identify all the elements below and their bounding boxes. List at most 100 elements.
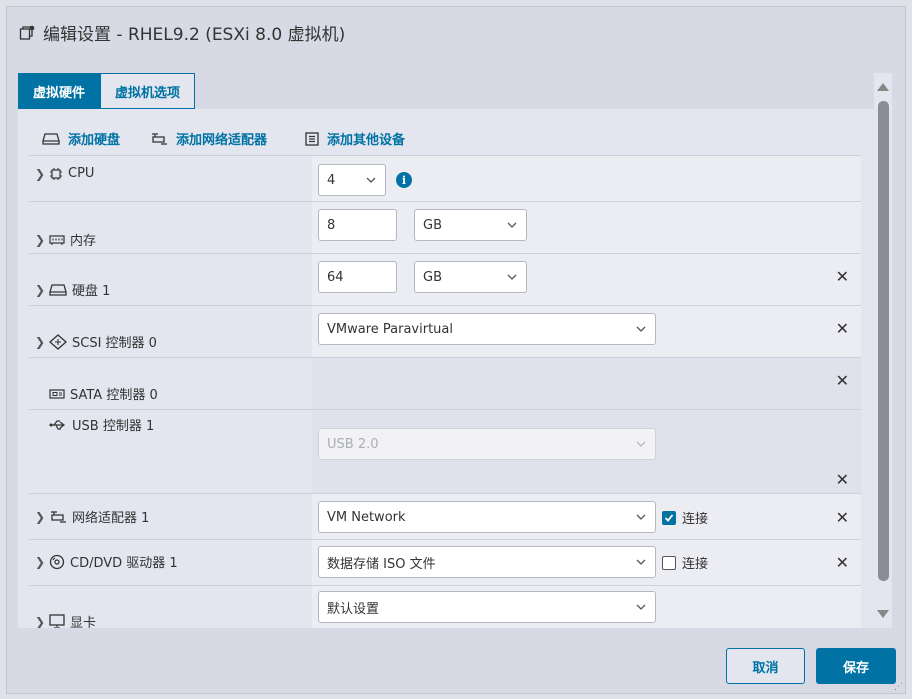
scsi-controller-label: SCSI 控制器 0 xyxy=(72,336,157,351)
add-hard-disk-button[interactable]: 添加硬盘 xyxy=(42,129,120,148)
network-adapter-icon xyxy=(49,510,67,524)
sata-controller-label: SATA 控制器 0 xyxy=(70,388,158,403)
hardware-panel: 添加硬盘 添加网络适配器 添加其他设备 ❯ CPU 4 i ❯ 内存 8 GB … xyxy=(18,109,874,628)
network-value: VM Network xyxy=(327,509,406,525)
hard-disk-size-input[interactable]: 64 xyxy=(318,261,397,293)
usb-icon xyxy=(49,419,67,431)
hard-disk-toggle[interactable]: ❯ 硬盘 1 xyxy=(35,280,111,300)
memory-toggle[interactable]: ❯ 内存 xyxy=(35,230,97,250)
vertical-scrollbar[interactable] xyxy=(874,73,892,628)
chevron-down-icon xyxy=(636,441,646,447)
add-other-device-button[interactable]: 添加其他设备 xyxy=(305,129,405,148)
tab-vm-options[interactable]: 虚拟机选项 xyxy=(100,73,196,109)
resize-grip-icon[interactable]: ⋰ xyxy=(894,682,903,692)
checkbox-checked-icon xyxy=(662,510,676,525)
remove-sata-controller-button[interactable]: ✕ xyxy=(836,371,849,390)
tab-bar: 虚拟硬件 虚拟机选项 xyxy=(18,73,196,109)
usb-controller-item: USB 控制器 1 xyxy=(49,415,154,434)
remove-network-adapter-button[interactable]: ✕ xyxy=(836,508,849,527)
cd-dvd-media-value: 数据存储 ISO 文件 xyxy=(327,556,436,572)
add-network-adapter-button[interactable]: 添加网络适配器 xyxy=(150,129,267,148)
chevron-right-icon: ❯ xyxy=(35,166,46,181)
edit-settings-dialog: 编辑设置 - RHEL9.2 (ESXi 8.0 虚拟机) 虚拟硬件 虚拟机选项… xyxy=(6,6,906,694)
remove-usb-controller-button[interactable]: ✕ xyxy=(836,470,849,489)
info-icon[interactable]: i xyxy=(396,172,412,188)
hardware-actions: 添加硬盘 添加网络适配器 添加其他设备 xyxy=(42,129,405,148)
memory-unit-value: GB xyxy=(423,217,442,233)
chevron-down-icon xyxy=(366,177,376,183)
tab-virtual-hardware[interactable]: 虚拟硬件 xyxy=(18,73,101,109)
hardware-row-hard-disk: ❯ 硬盘 1 64 GB ✕ xyxy=(29,253,861,305)
add-other-device-label: 添加其他设备 xyxy=(327,133,406,148)
memory-size-input[interactable]: 8 xyxy=(318,209,397,241)
cpu-label: CPU xyxy=(68,166,95,181)
hard-disk-label: 硬盘 1 xyxy=(72,284,111,299)
memory-icon xyxy=(49,234,65,246)
other-device-icon xyxy=(305,131,319,146)
remove-cd-dvd-button[interactable]: ✕ xyxy=(836,553,849,572)
hardware-row-sata-controller: SATA 控制器 0 ✕ xyxy=(29,357,861,409)
network-select[interactable]: VM Network xyxy=(318,501,656,533)
chevron-down-icon xyxy=(636,604,646,610)
hardware-row-scsi-controller: ❯ SCSI 控制器 0 VMware Paravirtual ✕ xyxy=(29,305,861,357)
chevron-down-icon xyxy=(507,222,517,228)
cd-dvd-label: CD/DVD 驱动器 1 xyxy=(70,556,178,571)
chevron-right-icon: ❯ xyxy=(35,334,46,349)
video-card-label: 显卡 xyxy=(70,616,97,628)
scsi-type-value: VMware Paravirtual xyxy=(327,321,453,337)
monitor-icon xyxy=(49,614,65,628)
usb-type-select[interactable]: USB 2.0 xyxy=(318,428,656,460)
scroll-down-arrow-icon[interactable] xyxy=(877,610,889,618)
cancel-button[interactable]: 取消 xyxy=(726,648,805,684)
vm-edit-icon xyxy=(19,25,35,41)
chevron-right-icon: ❯ xyxy=(35,232,46,247)
cd-dvd-media-select[interactable]: 数据存储 ISO 文件 xyxy=(318,546,656,578)
hard-disk-icon xyxy=(42,132,60,146)
add-network-adapter-label: 添加网络适配器 xyxy=(176,133,268,148)
scsi-controller-toggle[interactable]: ❯ SCSI 控制器 0 xyxy=(35,332,157,351)
cd-dvd-toggle[interactable]: ❯ CD/DVD 驱动器 1 xyxy=(35,552,178,571)
memory-unit-select[interactable]: GB xyxy=(414,209,527,241)
chevron-down-icon xyxy=(636,559,646,565)
cd-dvd-connect-label: 连接 xyxy=(682,557,709,572)
save-button[interactable]: 保存 xyxy=(816,648,896,684)
cpu-count-select[interactable]: 4 xyxy=(318,164,386,196)
hardware-row-video-card: ❯ 显卡 默认设置 xyxy=(29,585,861,628)
cd-dvd-icon xyxy=(49,554,65,570)
dialog-footer: 取消 保存 ⋰ xyxy=(7,628,905,695)
hard-disk-unit-select[interactable]: GB xyxy=(414,261,527,293)
video-card-select[interactable]: 默认设置 xyxy=(318,591,656,623)
hard-disk-unit-value: GB xyxy=(423,269,442,285)
cpu-icon xyxy=(49,167,63,181)
scsi-type-select[interactable]: VMware Paravirtual xyxy=(318,313,656,345)
hardware-row-cd-dvd-drive: ❯ CD/DVD 驱动器 1 数据存储 ISO 文件 连接 ✕ xyxy=(29,539,861,585)
cpu-count-value: 4 xyxy=(327,172,336,188)
scroll-up-arrow-icon[interactable] xyxy=(877,83,889,91)
cd-dvd-connect-checkbox[interactable]: 连接 xyxy=(662,553,708,572)
dialog-title: 编辑设置 - RHEL9.2 (ESXi 8.0 虚拟机) xyxy=(19,20,345,45)
chevron-down-icon xyxy=(636,514,646,520)
video-card-toggle[interactable]: ❯ 显卡 xyxy=(35,612,96,628)
network-adapter-icon xyxy=(150,132,168,146)
video-card-value: 默认设置 xyxy=(327,601,380,617)
scrollbar-thumb[interactable] xyxy=(878,101,889,581)
checkbox-unchecked-icon xyxy=(662,555,676,570)
remove-hard-disk-button[interactable]: ✕ xyxy=(836,267,849,286)
network-connect-checkbox[interactable]: 连接 xyxy=(662,508,708,527)
chevron-right-icon: ❯ xyxy=(35,614,46,629)
chevron-right-icon: ❯ xyxy=(35,282,46,297)
hardware-row-memory: ❯ 内存 8 GB xyxy=(29,201,861,253)
cpu-toggle[interactable]: ❯ CPU xyxy=(35,166,94,181)
hardware-row-cpu: ❯ CPU 4 i xyxy=(29,155,861,201)
sata-controller-icon xyxy=(49,388,65,400)
add-hard-disk-label: 添加硬盘 xyxy=(68,133,121,148)
remove-scsi-controller-button[interactable]: ✕ xyxy=(836,319,849,338)
memory-label: 内存 xyxy=(70,234,97,249)
hardware-list: ❯ CPU 4 i ❯ 内存 8 GB ❯ 硬盘 1 64 GB ✕ ❯ SCS… xyxy=(29,155,861,628)
network-adapter-label: 网络适配器 1 xyxy=(72,511,150,526)
chevron-right-icon: ❯ xyxy=(35,554,46,569)
hardware-row-usb-controller: USB 控制器 1 USB 2.0 ✕ xyxy=(29,409,861,493)
sata-controller-item: SATA 控制器 0 xyxy=(49,384,158,403)
network-adapter-toggle[interactable]: ❯ 网络适配器 1 xyxy=(35,507,150,527)
scsi-controller-icon xyxy=(49,333,67,350)
